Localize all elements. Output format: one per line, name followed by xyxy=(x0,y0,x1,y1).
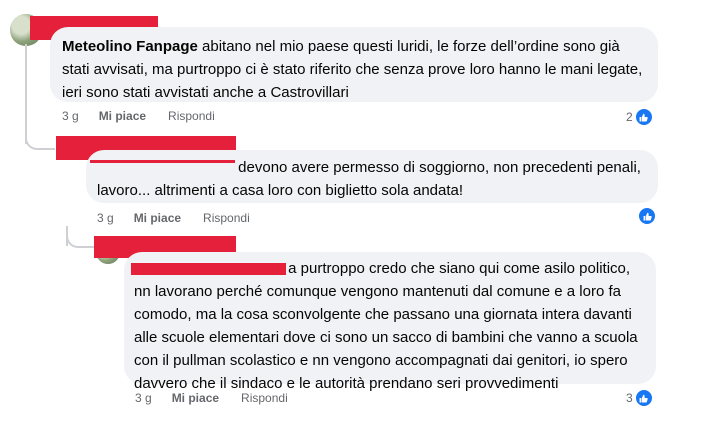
comment-line: abitano nel mio paese questi luridi, le … xyxy=(202,38,620,55)
comment-line: nn lavorano perché comunque vengono mant… xyxy=(134,283,621,300)
comment-line: a purtroppo credo che siano qui come asi… xyxy=(288,260,631,277)
like-icon xyxy=(634,389,653,407)
reaction-summary[interactable] xyxy=(638,207,656,225)
like-icon xyxy=(634,108,653,126)
like-button[interactable]: Mi piace xyxy=(134,211,181,225)
like-button[interactable]: Mi piace xyxy=(172,391,219,405)
redacted-strike xyxy=(90,160,235,163)
comment-time[interactable]: 3 g xyxy=(97,211,114,225)
comment-text: Meteolino Fanpage abitano nel mio paese … xyxy=(62,35,652,104)
reply-button[interactable]: Rispondi xyxy=(203,211,250,225)
thread-line xyxy=(25,44,27,144)
reply-button[interactable]: Rispondi xyxy=(241,391,288,405)
comment-line: stati avvisati, ma purtroppo ci è stato … xyxy=(62,61,643,78)
comment-line: ieri sono stati avvistati anche a Castro… xyxy=(62,84,349,101)
comment-text: a purtroppo credo che siano qui come asi… xyxy=(134,257,654,395)
reaction-count: 3 xyxy=(626,391,633,405)
comment-time[interactable]: 3 g xyxy=(135,391,152,405)
reply-button[interactable]: Rispondi xyxy=(168,109,215,123)
redacted-name xyxy=(131,263,286,275)
reaction-summary[interactable]: 2 xyxy=(626,108,653,126)
thread-connector xyxy=(66,228,96,248)
reaction-summary[interactable]: 3 xyxy=(626,389,653,407)
thread-connector xyxy=(25,130,55,150)
comment-actions: 3 g Mi piace Rispondi xyxy=(62,109,215,123)
comment-author[interactable]: Meteolino Fanpage xyxy=(62,38,198,55)
comment-line: alle scuole elementari dove ci sono un s… xyxy=(134,329,638,346)
comment-time[interactable]: 3 g xyxy=(62,109,79,123)
comment-line: devono avere permesso di soggiorno, non … xyxy=(238,159,641,176)
comment-line: con il pullman scolastico e nn vengono a… xyxy=(134,352,628,369)
comment-actions: 3 g Mi piace Rispondi xyxy=(135,391,288,405)
like-icon xyxy=(638,207,656,225)
comment-line: lavoro... altrimenti a casa loro con big… xyxy=(97,182,464,199)
reaction-count: 2 xyxy=(626,110,633,124)
comment-actions: 3 g Mi piace Rispondi xyxy=(97,211,250,225)
like-button[interactable]: Mi piace xyxy=(99,109,146,123)
comment-line: comodo, ma la cosa sconvolgente che pass… xyxy=(134,306,632,323)
